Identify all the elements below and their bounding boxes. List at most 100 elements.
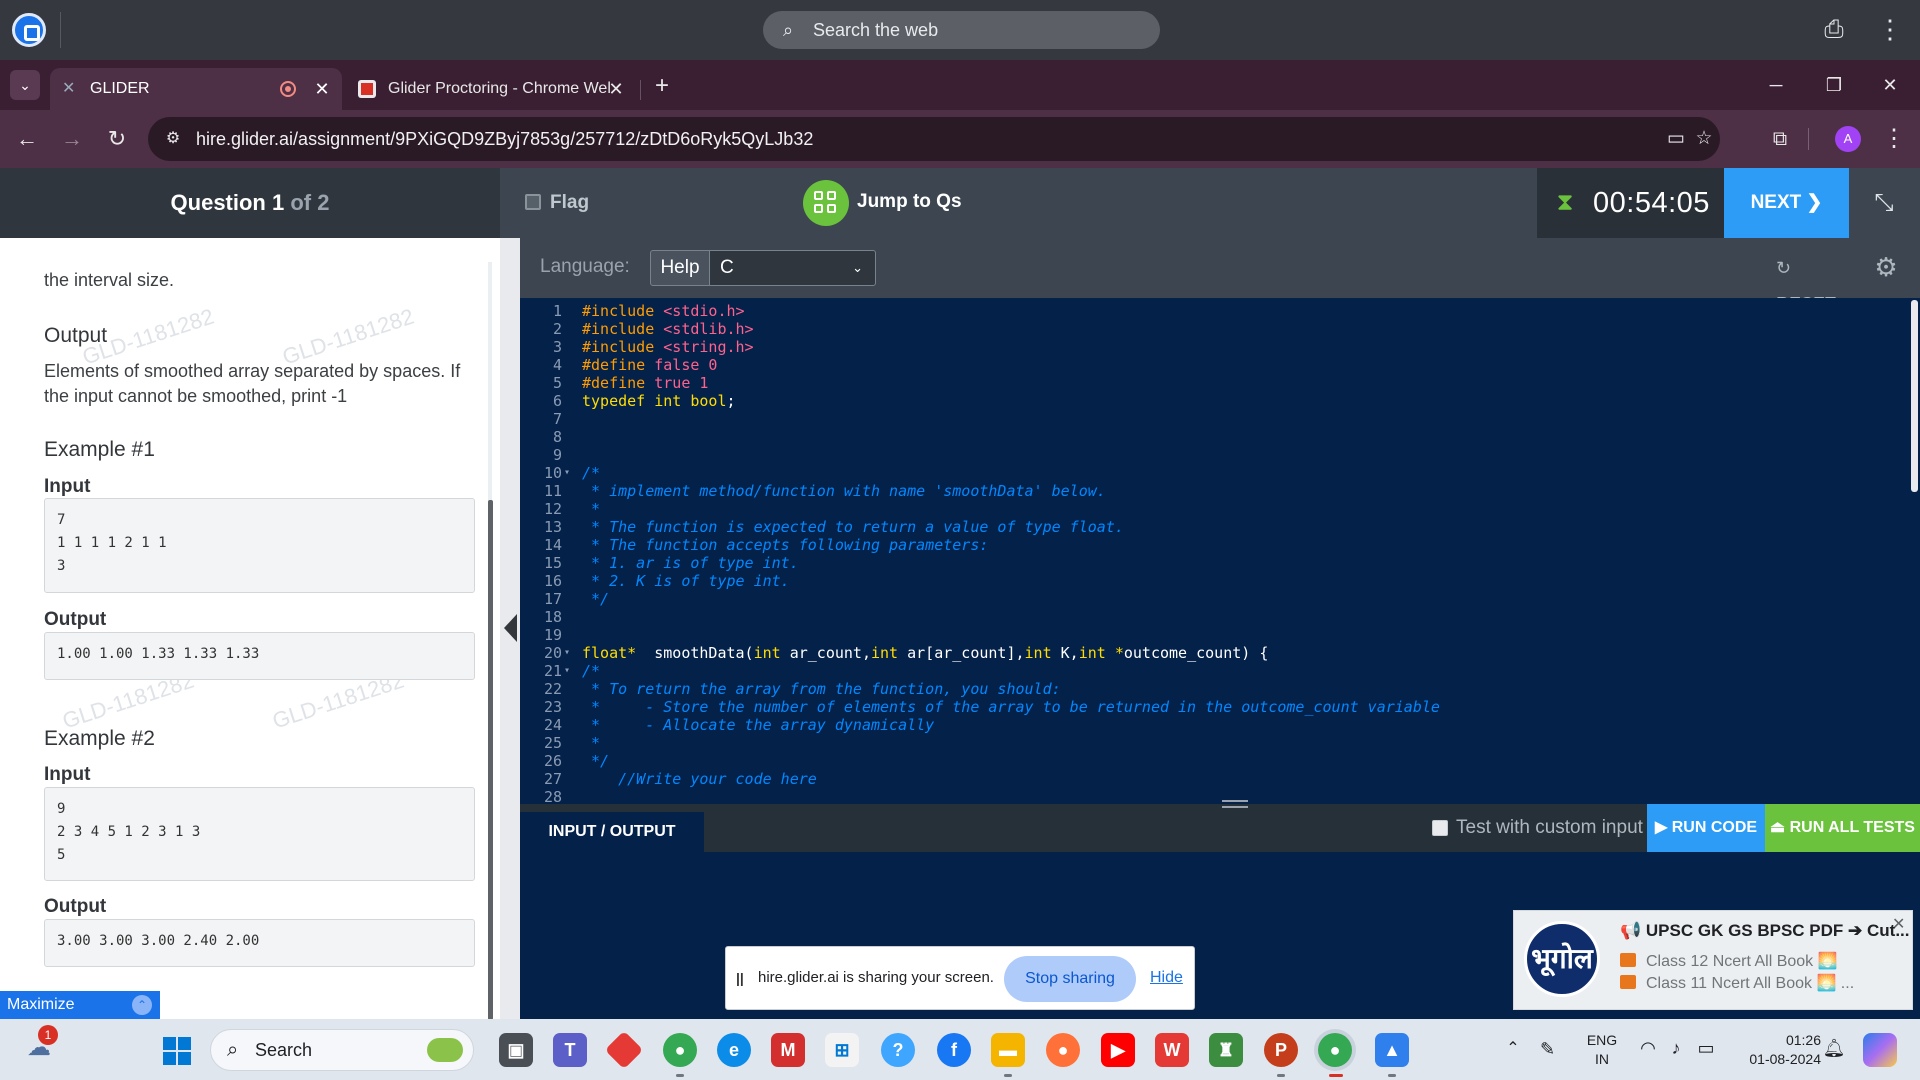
fold-arrow-icon[interactable]: ▾	[564, 464, 570, 482]
code-line[interactable]: 4 #define false 0	[520, 356, 1910, 374]
profile-avatar[interactable]: A	[1835, 126, 1861, 152]
edge-icon[interactable]: e	[717, 1033, 751, 1067]
code-line[interactable]: 18	[520, 608, 1910, 626]
maximize-button[interactable]: Maximize ⌃	[0, 991, 160, 1019]
browser-menu-icon[interactable]: ⋮	[1882, 124, 1906, 154]
custom-input-label[interactable]: Test with custom input	[1456, 804, 1643, 852]
close-tab-icon[interactable]: ✕	[606, 68, 626, 110]
code-line[interactable]: 26 */	[520, 752, 1910, 770]
back-icon[interactable]: ←	[12, 124, 42, 154]
code-editor[interactable]: 1 #include <stdio.h> 2 #include <stdlib.h> 3…	[520, 298, 1920, 804]
fold-arrow-icon[interactable]: ▾	[564, 662, 570, 680]
support-icon[interactable]: ?	[881, 1033, 915, 1067]
stop-sharing-button[interactable]: Stop sharing	[1004, 956, 1136, 1002]
hide-link[interactable]: Hide	[1150, 947, 1183, 1009]
site-info-icon[interactable]: ⚙	[162, 128, 184, 150]
print-icon[interactable]: ⎙	[1820, 16, 1848, 44]
windows-start-icon[interactable]	[163, 1037, 191, 1065]
firefox-icon[interactable]: ●	[1046, 1033, 1080, 1067]
app-diamond-icon[interactable]	[604, 1030, 644, 1070]
code-line[interactable]: 10 ▾ /*	[520, 464, 1910, 482]
tab-glider-proctoring[interactable]: Glider Proctoring - Chrome Wel ✕	[348, 68, 634, 110]
code-line[interactable]: 14 * The function accepts following para…	[520, 536, 1910, 554]
more-menu-icon[interactable]: ⋮	[1876, 14, 1904, 46]
task-view-icon[interactable]: ▣	[499, 1033, 533, 1067]
close-window-icon[interactable]: ✕	[1872, 68, 1908, 102]
tray-chevron-up-icon[interactable]: ⌃	[1503, 1037, 1523, 1061]
bookmark-star-icon[interactable]: ☆	[1692, 127, 1716, 151]
reset-button[interactable]: ↻ RESET	[1776, 250, 1856, 314]
scrollbar-thumb[interactable]	[488, 500, 493, 1019]
code-line[interactable]: 27 //Write your code here	[520, 770, 1910, 788]
new-tab-button[interactable]: +	[650, 74, 674, 98]
facebook-icon[interactable]: f	[937, 1033, 971, 1067]
app-logo-icon[interactable]	[12, 13, 46, 47]
forward-icon[interactable]: →	[57, 124, 87, 154]
code-line[interactable]: 2 #include <stdlib.h>	[520, 320, 1910, 338]
code-line[interactable]: 16 * 2. K is of type int.	[520, 572, 1910, 590]
taskbar-search[interactable]: ⌕ Search	[210, 1029, 474, 1071]
gear-icon[interactable]: ⚙	[1872, 253, 1900, 281]
photos-icon[interactable]: ▲	[1375, 1033, 1409, 1067]
grid-icon[interactable]	[803, 180, 849, 226]
code-line[interactable]: 24 * - Allocate the array dynamically	[520, 716, 1910, 734]
language-indicator[interactable]: ENG IN	[1583, 1031, 1621, 1069]
close-icon[interactable]: ✕	[1892, 917, 1908, 933]
store-icon[interactable]: ⊞	[825, 1033, 859, 1067]
collapse-left-icon[interactable]	[504, 614, 517, 642]
file-explorer-icon[interactable]: ▬	[991, 1033, 1025, 1067]
reload-icon[interactable]: ↻	[102, 124, 132, 154]
fold-arrow-icon[interactable]: ▾	[564, 644, 570, 662]
help-button[interactable]: Help	[650, 250, 710, 286]
tab-glider[interactable]: ✕ GLIDER ✕	[50, 68, 342, 110]
wifi-icon[interactable]: ◠	[1636, 1036, 1660, 1060]
web-search-box[interactable]: ⌕ Search the web	[763, 11, 1160, 49]
code-line[interactable]: 19	[520, 626, 1910, 644]
code-line[interactable]: 20 ▾ float* smoothData(int ar_count,int ar…	[520, 644, 1910, 662]
youtube-icon[interactable]: ▶	[1101, 1033, 1135, 1067]
flag-checkbox[interactable]	[525, 194, 541, 210]
code-line[interactable]: 15 * 1. ar is of type int.	[520, 554, 1910, 572]
code-line[interactable]: 5 #define true 1	[520, 374, 1910, 392]
code-line[interactable]: 7	[520, 410, 1910, 428]
volume-icon[interactable]: ♪	[1664, 1036, 1688, 1060]
code-line[interactable]: 28	[520, 788, 1910, 804]
code-line[interactable]: 17 */	[520, 590, 1910, 608]
collapse-icon[interactable]: ⤡	[1868, 188, 1900, 218]
powerpoint-icon[interactable]: P	[1264, 1033, 1298, 1067]
url-text[interactable]: hire.glider.ai/assignment/9PXiGQD9ZByj78…	[196, 117, 813, 161]
copilot-icon[interactable]	[1863, 1033, 1897, 1067]
app-icon[interactable]: ♜	[1209, 1033, 1243, 1067]
run-code-button[interactable]: ▶ RUN CODE	[1647, 804, 1765, 852]
custom-input-checkbox[interactable]	[1432, 820, 1448, 836]
code-line[interactable]: 9	[520, 446, 1910, 464]
code-line[interactable]: 22 * To return the array from the functi…	[520, 680, 1910, 698]
resize-handle[interactable]	[1222, 800, 1248, 808]
run-all-tests-button[interactable]: ⏏ RUN ALL TESTS	[1765, 804, 1920, 852]
panel-splitter[interactable]	[500, 238, 520, 1019]
tab-search-button[interactable]: ⌄	[10, 70, 40, 100]
notification-toast[interactable]: भूगोल 📢 UPSC GK GS BPSC PDF ➔ Cut... Cla…	[1513, 910, 1913, 1010]
close-tab-icon[interactable]: ✕	[312, 68, 332, 110]
extensions-icon[interactable]: ⧉	[1766, 125, 1794, 153]
wps-office-icon[interactable]: W	[1155, 1033, 1189, 1067]
code-line[interactable]: 1 #include <stdio.h>	[520, 302, 1910, 320]
language-select[interactable]: C ⌄	[709, 250, 876, 286]
editor-scrollbar[interactable]	[1911, 300, 1918, 492]
code-line[interactable]: 13 * The function is expected to return …	[520, 518, 1910, 536]
bell-icon[interactable]: 🔔︎	[1822, 1036, 1846, 1060]
jump-to-questions-button[interactable]: Jump to Qs	[857, 168, 962, 236]
chrome-profile-icon[interactable]: ●	[1318, 1033, 1352, 1067]
chrome-icon[interactable]: ●	[663, 1033, 697, 1067]
next-button[interactable]: NEXT ❯	[1724, 168, 1849, 238]
code-line[interactable]: 3 #include <string.h>	[520, 338, 1910, 356]
code-line[interactable]: 11 * implement method/function with name…	[520, 482, 1910, 500]
pen-icon[interactable]: ✎	[1540, 1037, 1566, 1061]
flag-label[interactable]: Flag	[550, 168, 589, 238]
tab-input-output[interactable]: INPUT / OUTPUT	[520, 812, 704, 852]
minimize-window-icon[interactable]: ─	[1758, 68, 1794, 102]
code-line[interactable]: 21 ▾ /*	[520, 662, 1910, 680]
mcafee-icon[interactable]: M	[771, 1033, 805, 1067]
code-line[interactable]: 6 typedef int bool;	[520, 392, 1910, 410]
code-line[interactable]: 23 * - Store the number of elements of t…	[520, 698, 1910, 716]
